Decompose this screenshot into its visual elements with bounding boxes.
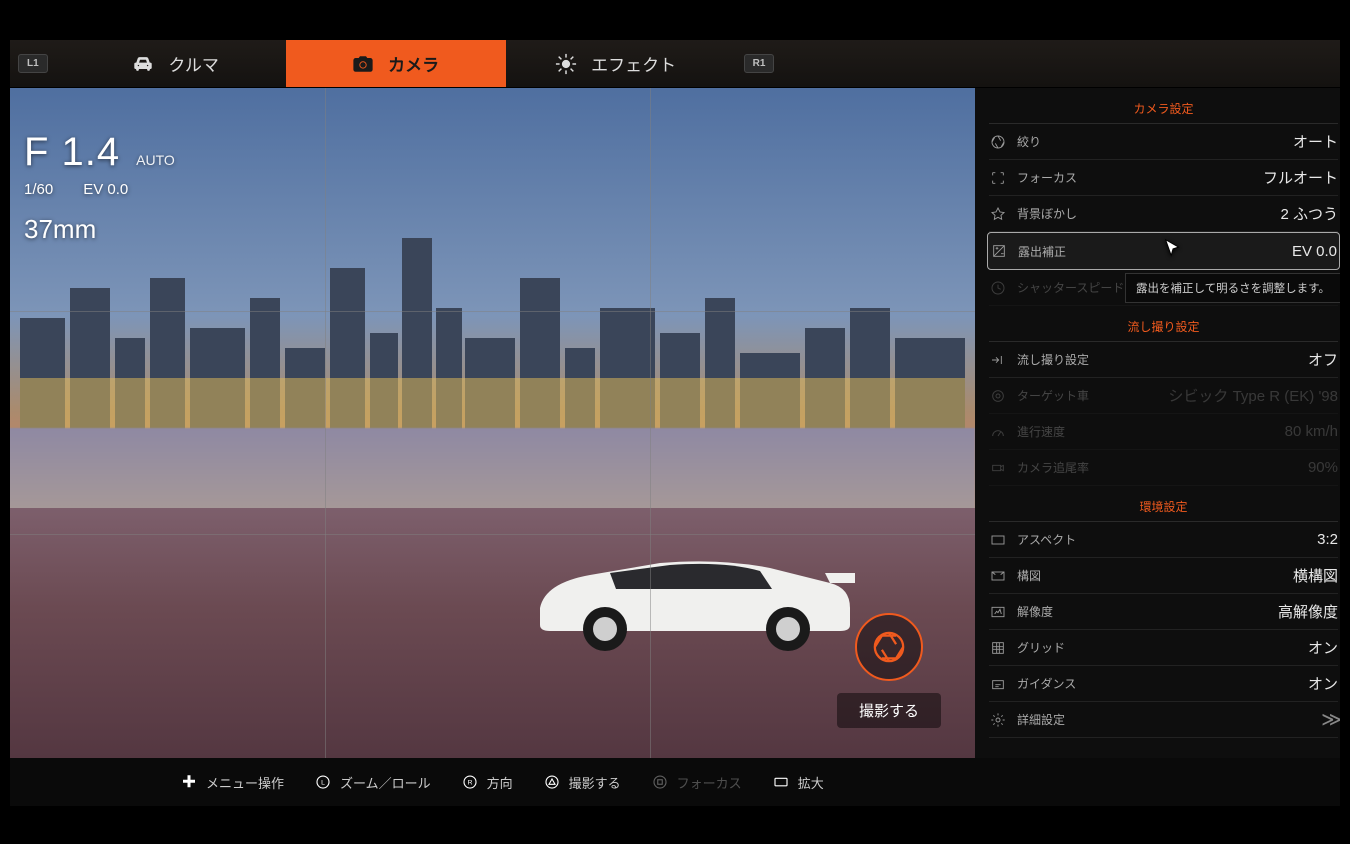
aperture-icon xyxy=(872,630,906,664)
row-grid[interactable]: グリッド オン xyxy=(989,630,1338,666)
grid-line xyxy=(325,88,326,758)
tab-camera-label: カメラ xyxy=(388,51,439,76)
aspect-icon xyxy=(989,532,1007,548)
hud-ev: EV 0.0 xyxy=(83,181,128,198)
hint-shoot: 撮影する xyxy=(543,773,621,792)
cursor-icon xyxy=(1162,237,1184,262)
car-icon xyxy=(132,53,154,75)
exposure-tooltip: 露出を補正して明るさを調整します。 xyxy=(1125,273,1341,303)
hint-dir: R方向 xyxy=(461,773,513,792)
hint-zoom: Lズーム／ロール xyxy=(314,773,431,792)
row-composition[interactable]: 構図 横構図 xyxy=(989,558,1338,594)
row-resolution[interactable]: 解像度 高解像度 xyxy=(989,594,1338,630)
resolution-icon xyxy=(989,604,1007,620)
section-pan: 流し撮り設定 xyxy=(989,306,1338,342)
tab-camera[interactable]: カメラ xyxy=(286,40,506,87)
row-bokeh[interactable]: 背景ぼかし 2 ふつう xyxy=(989,196,1338,232)
row-advanced[interactable]: 詳細設定 ≫ xyxy=(989,702,1338,738)
hint-menu: メニュー操作 xyxy=(180,773,284,792)
mode-bar: L1 クルマ カメラ エフェクト R1 xyxy=(0,40,1350,88)
effect-icon xyxy=(555,53,577,75)
grid-line xyxy=(0,534,975,535)
car-illustration xyxy=(520,533,860,653)
hud-focal: 37mm xyxy=(24,214,175,245)
tab-effect[interactable]: エフェクト xyxy=(506,40,726,87)
hud-aperture: F 1.4 xyxy=(24,130,120,175)
hud-auto: AUTO xyxy=(136,152,175,168)
grid-line xyxy=(0,311,975,312)
shutter-button[interactable] xyxy=(855,613,923,681)
triangle-icon xyxy=(543,773,561,791)
shutter-label: 撮影する xyxy=(837,693,941,728)
svg-text:R: R xyxy=(467,779,472,786)
settings-panel: カメラ設定 絞り オート フォーカス フルオート 背景ぼかし 2 ふつう 露出補… xyxy=(975,88,1350,758)
camera-hud: F 1.4 AUTO 1/60 EV 0.0 37mm xyxy=(24,130,175,245)
row-target: ターゲット車 シビック Type R (EK) '98 xyxy=(989,378,1338,414)
guidance-icon xyxy=(989,676,1007,692)
speed-icon xyxy=(989,424,1007,440)
row-focus[interactable]: フォーカス フルオート xyxy=(989,160,1338,196)
row-exposure[interactable]: 露出補正 EV 0.0 露出を補正して明るさを調整します。 xyxy=(987,232,1340,270)
hint-bar: メニュー操作 Lズーム／ロール R方向 撮影する フォーカス 拡大 xyxy=(0,758,1350,806)
focus-icon xyxy=(989,170,1007,186)
row-speed: 進行速度 80 km/h xyxy=(989,414,1338,450)
square-icon xyxy=(651,773,669,791)
tab-effect-label: エフェクト xyxy=(591,51,676,76)
chase-icon xyxy=(989,460,1007,476)
aperture-icon xyxy=(989,134,1007,150)
camera-icon xyxy=(352,53,374,75)
r-stick-icon: R xyxy=(461,773,479,791)
exposure-icon xyxy=(990,243,1008,259)
tab-car[interactable]: クルマ xyxy=(66,40,286,87)
composition-icon xyxy=(989,568,1007,584)
touchpad-icon xyxy=(772,773,790,791)
target-icon xyxy=(989,388,1007,404)
row-pan[interactable]: 流し撮り設定 オフ xyxy=(989,342,1338,378)
section-camera: カメラ設定 xyxy=(989,88,1338,124)
bokeh-icon xyxy=(989,206,1007,222)
hint-expand: 拡大 xyxy=(772,773,824,792)
row-chase: カメラ追尾率 90% xyxy=(989,450,1338,486)
row-aperture[interactable]: 絞り オート xyxy=(989,124,1338,160)
skyline-illustration xyxy=(0,238,975,438)
hud-shutter: 1/60 xyxy=(24,181,53,198)
photo-viewport[interactable]: F 1.4 AUTO 1/60 EV 0.0 37mm 撮影する xyxy=(0,88,975,758)
hint-focus: フォーカス xyxy=(651,773,742,792)
row-aspect[interactable]: アスペクト 3:2 xyxy=(989,522,1338,558)
clock-icon xyxy=(989,280,1007,296)
dpad-icon xyxy=(180,773,198,791)
pan-icon xyxy=(989,352,1007,368)
grid-icon xyxy=(989,640,1007,656)
tab-car-label: クルマ xyxy=(168,51,219,76)
r1-indicator: R1 xyxy=(726,40,793,87)
l-stick-icon: L xyxy=(314,773,332,791)
grid-line xyxy=(650,88,651,758)
svg-text:L: L xyxy=(321,779,325,786)
gear-icon xyxy=(989,712,1007,728)
section-env: 環境設定 xyxy=(989,486,1338,522)
row-guidance[interactable]: ガイダンス オン xyxy=(989,666,1338,702)
